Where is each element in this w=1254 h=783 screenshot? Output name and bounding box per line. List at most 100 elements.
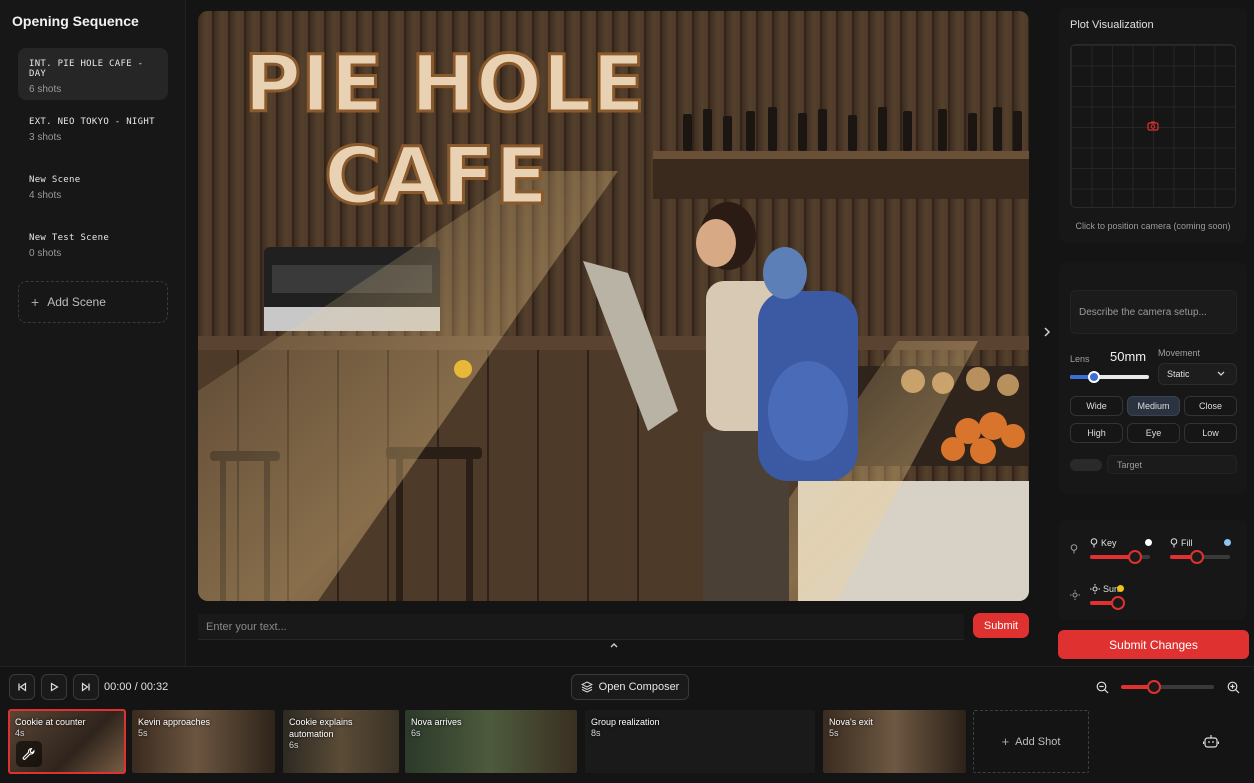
- shot-duration: 6s: [289, 740, 299, 750]
- plot-grid[interactable]: [1070, 44, 1236, 208]
- movement-select[interactable]: Static: [1158, 363, 1237, 385]
- fill-light-slider-handle[interactable]: [1190, 550, 1204, 564]
- assistant-button[interactable]: [1198, 728, 1224, 754]
- add-shot-label: Add Shot: [1015, 735, 1061, 748]
- fill-light-color-swatch[interactable]: [1224, 539, 1231, 546]
- edit-shot-button[interactable]: [16, 741, 42, 767]
- plus-icon: +: [1001, 734, 1010, 749]
- submit-changes-button[interactable]: Submit Changes: [1058, 630, 1249, 659]
- angle-low-button[interactable]: Low: [1184, 423, 1237, 443]
- shot-duration: 6s: [411, 728, 421, 738]
- signage-line-2: CAFE: [324, 132, 548, 222]
- shot-title: Kevin approaches: [138, 717, 211, 727]
- play-icon: [50, 682, 59, 692]
- plot-visualization-panel: Plot Visualization Click to position cam…: [1059, 8, 1247, 243]
- scene-shot-count: 3 shots: [29, 132, 62, 143]
- add-scene-label: Add Scene: [47, 295, 106, 309]
- scene-name: EXT. NEO TOKYO - NIGHT: [29, 117, 155, 127]
- framing-close-button[interactable]: Close: [1184, 396, 1237, 416]
- add-shot-button[interactable]: + Add Shot: [973, 710, 1089, 773]
- scene-shot-count: 6 shots: [29, 84, 62, 95]
- shot-title: Cookie at counter: [15, 717, 86, 727]
- lens-value: 50mm: [1110, 349, 1147, 364]
- fill-light-label: Fill: [1170, 538, 1193, 548]
- scene-shot-count: 0 shots: [29, 248, 62, 259]
- signage-line-1: PIE HOLE: [244, 40, 645, 130]
- angle-high-button[interactable]: High: [1070, 423, 1123, 443]
- plus-icon: +: [31, 294, 40, 310]
- key-light-text: Key: [1101, 538, 1117, 548]
- play-button[interactable]: [41, 674, 67, 700]
- fill-light-slider[interactable]: [1170, 550, 1230, 564]
- shot-duration: 4s: [15, 728, 25, 738]
- sun-light-label: Sun: [1090, 584, 1119, 594]
- lightbulb-icon: [1070, 544, 1078, 554]
- shot-clip[interactable]: Kevin approaches 5s: [132, 710, 275, 773]
- shot-title: Cookie explains automation: [289, 717, 353, 739]
- framing-medium-button[interactable]: Medium: [1127, 396, 1180, 416]
- shot-clip[interactable]: Cookie explains automation 6s: [283, 710, 399, 773]
- scene-sidebar: Opening Sequence INT. PIE HOLE CAFE - DA…: [0, 0, 186, 666]
- sun-icon: [1090, 584, 1100, 594]
- camera-icon: [1147, 121, 1159, 131]
- lightbulb-icon: [1090, 538, 1098, 548]
- sun-light-slider[interactable]: [1090, 596, 1126, 610]
- lighting-panel: Key Fill Sun: [1059, 520, 1247, 620]
- chevron-right-icon[interactable]: [1040, 325, 1054, 339]
- shot-clip[interactable]: Group realization 8s: [585, 710, 815, 773]
- target-field[interactable]: Target: [1107, 455, 1237, 474]
- cafe-scene-illustration: PIE HOLE CAFE: [198, 11, 1029, 601]
- skip-back-icon: [18, 682, 27, 692]
- shot-clip[interactable]: Nova's exit 5s: [823, 710, 966, 773]
- zoom-out-icon[interactable]: [1096, 681, 1109, 694]
- scene-shot-count: 4 shots: [29, 190, 62, 201]
- shot-clip[interactable]: Nova arrives 6s: [405, 710, 577, 773]
- shot-title: Nova's exit: [829, 717, 873, 727]
- open-composer-label: Open Composer: [598, 681, 680, 693]
- camera-description-input[interactable]: [1070, 290, 1237, 334]
- chevron-up-icon[interactable]: [608, 639, 620, 651]
- target-toggle[interactable]: [1070, 459, 1102, 471]
- angle-eye-button[interactable]: Eye: [1127, 423, 1180, 443]
- submit-button[interactable]: Submit: [973, 613, 1029, 638]
- skip-forward-button[interactable]: [73, 674, 99, 700]
- movement-value: Static: [1167, 369, 1190, 379]
- lens-label: Lens: [1070, 354, 1090, 364]
- scene-name: INT. PIE HOLE CAFE - DAY: [29, 59, 144, 79]
- shot-duration: 8s: [591, 728, 601, 738]
- sun-icon: [1070, 590, 1080, 600]
- open-composer-button[interactable]: Open Composer: [571, 674, 689, 700]
- lens-slider-handle[interactable]: [1087, 371, 1100, 383]
- scene-preview-image: PIE HOLE CAFE: [198, 11, 1029, 601]
- scene-item[interactable]: EXT. NEO TOKYO - NIGHT 3 shots: [18, 106, 168, 158]
- key-light-color-swatch[interactable]: [1145, 539, 1152, 546]
- scene-name: New Test Scene: [29, 233, 110, 243]
- shot-duration: 5s: [829, 728, 839, 738]
- skip-back-button[interactable]: [9, 674, 35, 700]
- scene-item[interactable]: New Scene 4 shots: [18, 164, 168, 216]
- prompt-input[interactable]: [198, 614, 964, 640]
- scene-item[interactable]: INT. PIE HOLE CAFE - DAY 6 shots: [18, 48, 168, 100]
- camera-settings-panel: Lens 50mm Movement Static Wide Medium Cl…: [1059, 262, 1247, 494]
- key-light-slider[interactable]: [1090, 550, 1150, 564]
- layers-icon: [580, 681, 593, 693]
- plot-title: Plot Visualization: [1070, 19, 1154, 31]
- sun-light-color-swatch[interactable]: [1117, 585, 1124, 592]
- key-light-slider-handle[interactable]: [1128, 550, 1142, 564]
- zoom-slider[interactable]: [1121, 680, 1214, 694]
- sun-light-slider-handle[interactable]: [1111, 596, 1126, 610]
- add-scene-button[interactable]: + Add Scene: [18, 281, 168, 323]
- framing-wide-button[interactable]: Wide: [1070, 396, 1123, 416]
- scene-item[interactable]: New Test Scene 0 shots: [18, 222, 168, 274]
- app: Opening Sequence INT. PIE HOLE CAFE - DA…: [0, 0, 1254, 783]
- zoom-in-icon[interactable]: [1227, 681, 1240, 694]
- plot-hint: Click to position camera (coming soon): [1075, 221, 1231, 231]
- project-title: Opening Sequence: [12, 13, 139, 29]
- skip-forward-icon: [81, 682, 90, 692]
- lens-slider[interactable]: [1070, 371, 1149, 383]
- shot-title: Group realization: [591, 717, 660, 727]
- lightbulb-icon: [1170, 538, 1178, 548]
- key-light-label: Key: [1090, 538, 1117, 548]
- shot-duration: 5s: [138, 728, 148, 738]
- wrench-icon: [22, 747, 35, 760]
